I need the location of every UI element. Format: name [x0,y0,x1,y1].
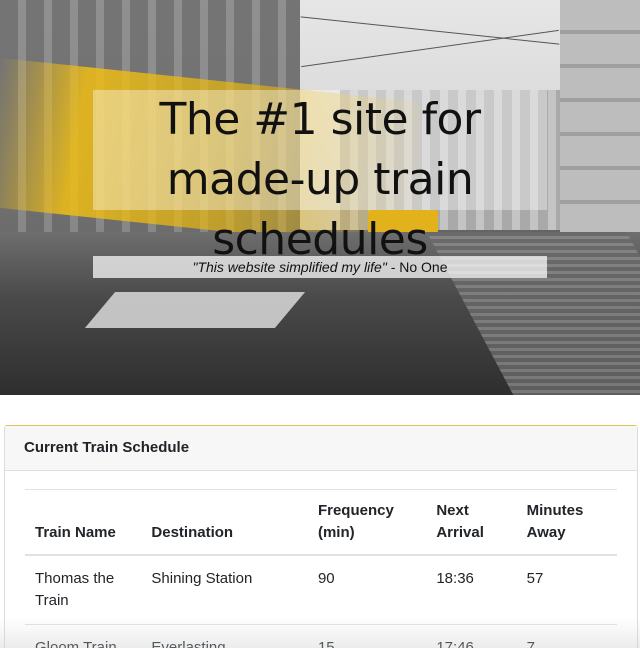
column-header-next-arrival: Next Arrival [426,489,517,556]
table-row: Gloom Train Everlasting 15 17:46 7 [25,624,617,648]
cell-destination: Shining Station [141,555,308,625]
testimonial-quote: "This website simplified my life" - No O… [93,256,547,278]
schedule-card: Current Train Schedule Train Name Destin… [4,425,638,648]
column-header-destination: Destination [141,489,308,556]
table-row: Thomas the Train Shining Station 90 18:3… [25,555,617,625]
cell-minutes-away: 7 [516,624,617,648]
cell-next-arrival: 18:36 [426,555,517,625]
quote-text: "This website simplified my life" [192,259,387,275]
schedule-card-title: Current Train Schedule [5,426,637,471]
quote-author: - No One [386,259,448,275]
cell-train-name: Thomas the Train [25,555,142,625]
hero-building-right [560,0,640,245]
cell-frequency: 15 [307,624,427,648]
table-header-row: Train Name Destination Frequency (min) N… [25,489,617,556]
schedule-table-wrapper: Train Name Destination Frequency (min) N… [25,489,617,648]
column-header-frequency: Frequency (min) [307,489,427,556]
cell-frequency: 90 [307,555,427,625]
hero-road-marking [84,292,306,328]
cell-next-arrival: 17:46 [426,624,517,648]
cell-train-name: Gloom Train [25,624,142,648]
page-headline: The #1 site for made-up train schedules [159,94,481,265]
schedule-table: Train Name Destination Frequency (min) N… [25,489,617,648]
cell-destination: Everlasting [141,624,308,648]
column-header-minutes-away: Minutes Away [516,489,617,556]
column-header-train-name: Train Name [25,489,142,556]
cell-minutes-away: 57 [516,555,617,625]
